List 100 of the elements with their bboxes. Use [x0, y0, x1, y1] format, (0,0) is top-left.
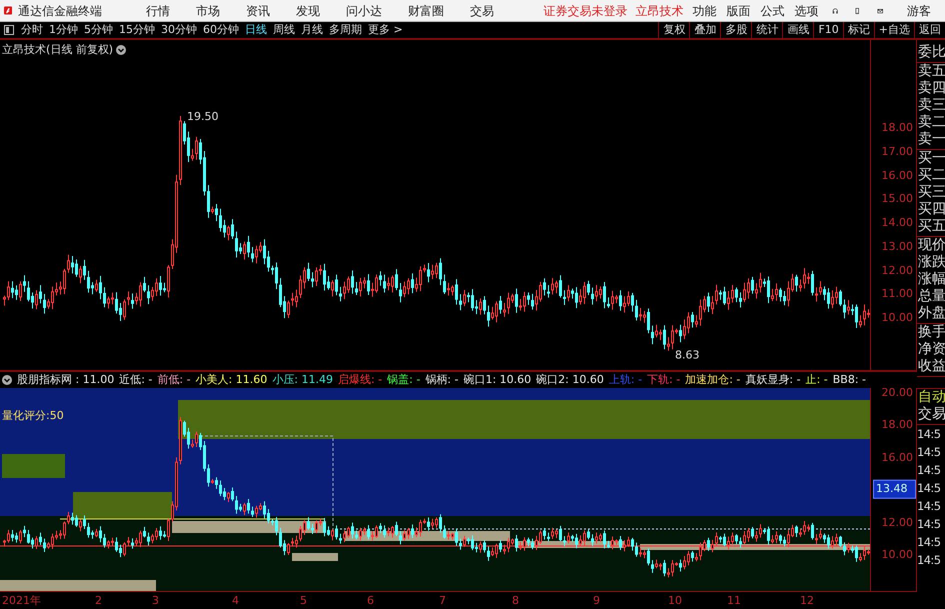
- indicator-readout: 小美人: 11.60: [196, 372, 268, 388]
- quote-label: 卖三: [918, 97, 945, 114]
- period-tab[interactable]: 多周期: [326, 22, 365, 38]
- axis-label: 18.00: [882, 120, 913, 136]
- toolbar-button[interactable]: 多股: [720, 22, 752, 38]
- toolbar-button[interactable]: 叠加: [689, 22, 720, 38]
- quote-label: 买四: [918, 201, 945, 218]
- trade-time: 14:5: [917, 552, 942, 569]
- toolbar-button[interactable]: 返回: [914, 22, 945, 38]
- axis-label: 12.00: [882, 262, 913, 278]
- indicator-readout: 碗口2: 10.60: [536, 372, 604, 388]
- date-label: 2: [95, 593, 102, 607]
- axis-label: 16.00: [882, 450, 913, 466]
- trade-mode-label: 自动: [917, 389, 945, 406]
- period-tab[interactable]: 日线: [242, 22, 270, 38]
- date-label: 7: [439, 593, 446, 607]
- trade-time: 14:5: [917, 498, 942, 515]
- axis-label: 14.00: [882, 214, 913, 231]
- quote-label: 委比: [918, 44, 945, 61]
- menu-item[interactable]: 公式: [756, 2, 790, 20]
- login-notice[interactable]: 立昂技术: [632, 2, 688, 20]
- indicator-readout: 碗口1: 10.60: [463, 372, 532, 388]
- toolbar-button[interactable]: F10: [813, 22, 843, 38]
- user-label[interactable]: 游客: [891, 2, 945, 20]
- date-label: 5: [300, 593, 307, 607]
- indicator-readout: 锅柄: -: [425, 372, 458, 388]
- menu-item[interactable]: 版面: [722, 2, 756, 20]
- quote-label: 卖四: [918, 80, 945, 97]
- toolbar-button[interactable]: 标记: [842, 22, 874, 38]
- axis-label: 10.00: [882, 310, 913, 326]
- menu-item[interactable]: 问小达: [333, 2, 396, 20]
- period-tab[interactable]: 30分钟: [158, 22, 200, 38]
- period-tab[interactable]: 1分钟: [46, 22, 81, 38]
- period-tab[interactable]: 更多 >: [365, 22, 406, 38]
- menu-item[interactable]: 市场: [183, 2, 234, 20]
- quote-label: 买一: [918, 150, 945, 167]
- date-label: 3: [152, 593, 159, 607]
- toolbar-button[interactable]: 画线: [782, 22, 814, 38]
- login-notice[interactable]: 证券交易未登录: [540, 2, 632, 20]
- toolbar-button[interactable]: 统计: [751, 22, 782, 38]
- axis-label: 13.00: [882, 238, 913, 254]
- date-label: 8: [512, 593, 519, 607]
- indicator-readout: BB8: -: [832, 372, 866, 388]
- price-label: 19.50: [187, 110, 218, 123]
- trade-time: 14:5: [917, 462, 942, 479]
- date-label: 10: [668, 593, 682, 607]
- date-label: 11: [727, 593, 741, 607]
- period-tab[interactable]: 5分钟: [81, 22, 116, 38]
- date-label: 4: [232, 593, 239, 607]
- menu-item[interactable]: 选项: [790, 2, 824, 20]
- indicator-readout: 锅盖: -: [387, 372, 420, 388]
- indicator-readout: 真妖显身: -: [745, 372, 801, 388]
- trade-time: 14:5: [917, 480, 942, 497]
- toolbar-button[interactable]: 复权: [658, 22, 690, 38]
- axis-label: 12.00: [882, 514, 913, 530]
- chart-title: 立昂技术(日线 前复权): [2, 42, 114, 58]
- indicator-readout: 股朋指标网 : 11.00: [17, 372, 114, 388]
- date-label: 6: [367, 593, 374, 607]
- quote-label: 净资: [918, 341, 945, 358]
- indicator-readout: 近低: -: [119, 372, 152, 388]
- axis-label: 17.00: [882, 144, 913, 160]
- indicator-readout: 小压: 11.49: [272, 372, 333, 388]
- period-tab[interactable]: 周线: [270, 22, 298, 38]
- trade-time: 14:5: [917, 534, 942, 551]
- date-label: 12: [800, 593, 814, 607]
- menu-item[interactable]: 功能: [688, 2, 722, 20]
- app-title: 通达信金融终端: [17, 2, 104, 20]
- indicator-readout: 上轨: -: [608, 372, 642, 388]
- menu-item[interactable]: 资讯: [233, 2, 284, 20]
- period-tab[interactable]: 月线: [298, 22, 326, 38]
- indicator-readout: 前低: -: [157, 372, 191, 388]
- period-tab[interactable]: 15分钟: [116, 22, 158, 38]
- date-label: 2021年: [2, 593, 41, 607]
- menu-item[interactable]: 财富圈: [395, 2, 458, 20]
- toolbar-button[interactable]: +自选: [874, 22, 914, 38]
- quote-label: 卖二: [918, 114, 945, 131]
- indicator-readout: 止: -: [806, 372, 828, 388]
- menu-item[interactable]: 交易: [457, 2, 508, 20]
- quote-label: 卖一: [918, 131, 945, 148]
- axis-label: 16.00: [882, 167, 913, 184]
- indicator-readout: 加速加仓: -: [685, 372, 740, 388]
- price-label: 8.63: [675, 348, 700, 362]
- axis-label: 11.00: [882, 286, 913, 302]
- indicator-readout: 启爆线: -: [338, 372, 382, 388]
- trade-time: 14:5: [917, 444, 942, 461]
- trade-time: 14:5: [917, 426, 942, 443]
- quote-label: 买二: [918, 167, 945, 184]
- period-tab[interactable]: 60分钟: [200, 22, 242, 38]
- quote-label: 涨幅: [918, 271, 945, 288]
- menu-item[interactable]: 发现: [283, 2, 334, 20]
- trade-title: 交易: [917, 406, 945, 425]
- score-label: 量化评分:50: [2, 408, 64, 424]
- period-tab[interactable]: 分时: [18, 22, 46, 38]
- axis-label: 18.00: [882, 417, 913, 434]
- menu-item[interactable]: 行情: [133, 2, 184, 20]
- date-label: 9: [593, 593, 600, 607]
- indicator-readout: 下轨: -: [647, 372, 680, 388]
- quote-label: 买三: [918, 184, 945, 201]
- axis-label: 15.00: [882, 191, 913, 207]
- trade-time: 14:5: [917, 516, 942, 533]
